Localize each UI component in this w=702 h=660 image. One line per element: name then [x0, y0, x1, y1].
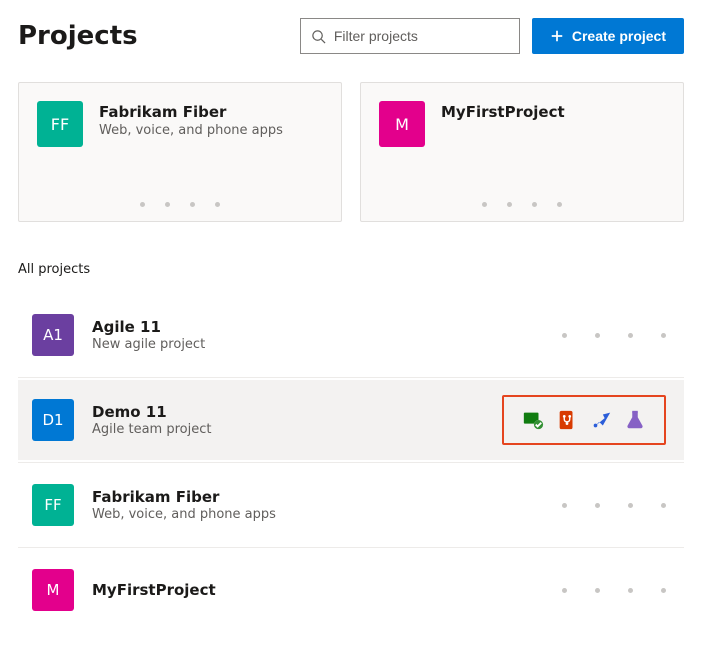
- page-title: Projects: [18, 21, 138, 51]
- project-desc: Web, voice, and phone apps: [92, 507, 276, 522]
- dot: [507, 202, 512, 207]
- dot: [215, 202, 220, 207]
- avatar: FF: [32, 484, 74, 526]
- dot: [595, 503, 600, 508]
- card-text: Fabrikam Fiber Web, voice, and phone app…: [99, 101, 283, 138]
- row-body: M MyFirstProject: [32, 569, 562, 611]
- divider: [18, 462, 684, 463]
- test-plans-icon[interactable]: [624, 409, 646, 431]
- project-row[interactable]: A1 Agile 11 New agile project: [18, 295, 684, 375]
- project-name: Demo 11: [92, 403, 211, 421]
- project-row[interactable]: FF Fabrikam Fiber Web, voice, and phone …: [18, 465, 684, 545]
- row-right: [502, 395, 666, 445]
- create-project-label: Create project: [572, 28, 666, 44]
- project-name: Fabrikam Fiber: [92, 488, 276, 506]
- dot: [165, 202, 170, 207]
- dot: [140, 202, 145, 207]
- row-right: [562, 588, 666, 593]
- search-box[interactable]: [300, 18, 520, 54]
- dot: [190, 202, 195, 207]
- divider: [18, 377, 684, 378]
- status-dots: [562, 333, 666, 338]
- avatar: M: [379, 101, 425, 147]
- row-body: D1 Demo 11 Agile team project: [32, 399, 502, 441]
- row-text: Agile 11 New agile project: [92, 318, 205, 352]
- dot: [562, 333, 567, 338]
- project-row[interactable]: M MyFirstProject: [18, 550, 684, 630]
- dot: [557, 202, 562, 207]
- search-input[interactable]: [334, 28, 509, 44]
- search-icon: [311, 29, 326, 44]
- dot: [482, 202, 487, 207]
- project-name: MyFirstProject: [92, 581, 216, 599]
- service-icons: [514, 405, 654, 435]
- dot: [628, 333, 633, 338]
- status-dots: [562, 588, 666, 593]
- card-head: M MyFirstProject: [379, 101, 665, 147]
- all-projects-label: All projects: [18, 262, 684, 277]
- repos-icon[interactable]: [556, 409, 578, 431]
- row-right: [562, 333, 666, 338]
- project-list: A1 Agile 11 New agile project D1 Demo 11…: [18, 295, 684, 630]
- create-project-button[interactable]: Create project: [532, 18, 684, 54]
- row-text: Demo 11 Agile team project: [92, 403, 211, 437]
- avatar: D1: [32, 399, 74, 441]
- dot: [532, 202, 537, 207]
- avatar: A1: [32, 314, 74, 356]
- dot: [595, 588, 600, 593]
- header-row: Projects Create project: [18, 18, 684, 54]
- pipelines-icon[interactable]: [590, 409, 612, 431]
- avatar: FF: [37, 101, 83, 147]
- project-desc: Agile team project: [92, 422, 211, 437]
- row-text: Fabrikam Fiber Web, voice, and phone app…: [92, 488, 276, 522]
- project-desc: New agile project: [92, 337, 205, 352]
- card-text: MyFirstProject: [441, 101, 565, 121]
- row-body: A1 Agile 11 New agile project: [32, 314, 562, 356]
- project-card[interactable]: M MyFirstProject: [360, 82, 684, 222]
- status-dots: [37, 202, 323, 207]
- card-head: FF Fabrikam Fiber Web, voice, and phone …: [37, 101, 323, 147]
- project-name: MyFirstProject: [441, 103, 565, 121]
- project-name: Fabrikam Fiber: [99, 103, 283, 121]
- divider: [18, 547, 684, 548]
- project-desc: Web, voice, and phone apps: [99, 123, 283, 138]
- dot: [661, 588, 666, 593]
- row-body: FF Fabrikam Fiber Web, voice, and phone …: [32, 484, 562, 526]
- project-row[interactable]: D1 Demo 11 Agile team project: [18, 380, 684, 460]
- dot: [628, 503, 633, 508]
- dot: [562, 503, 567, 508]
- dot: [562, 588, 567, 593]
- dot: [628, 588, 633, 593]
- plus-icon: [550, 29, 564, 43]
- dot: [661, 333, 666, 338]
- project-name: Agile 11: [92, 318, 205, 336]
- project-card[interactable]: FF Fabrikam Fiber Web, voice, and phone …: [18, 82, 342, 222]
- header-actions: Create project: [300, 18, 684, 54]
- hover-highlight: [502, 395, 666, 445]
- dot: [661, 503, 666, 508]
- boards-icon[interactable]: [522, 409, 544, 431]
- row-right: [562, 503, 666, 508]
- status-dots: [562, 503, 666, 508]
- avatar: M: [32, 569, 74, 611]
- status-dots: [379, 202, 665, 207]
- row-text: MyFirstProject: [92, 581, 216, 599]
- dot: [595, 333, 600, 338]
- featured-cards: FF Fabrikam Fiber Web, voice, and phone …: [18, 82, 684, 222]
